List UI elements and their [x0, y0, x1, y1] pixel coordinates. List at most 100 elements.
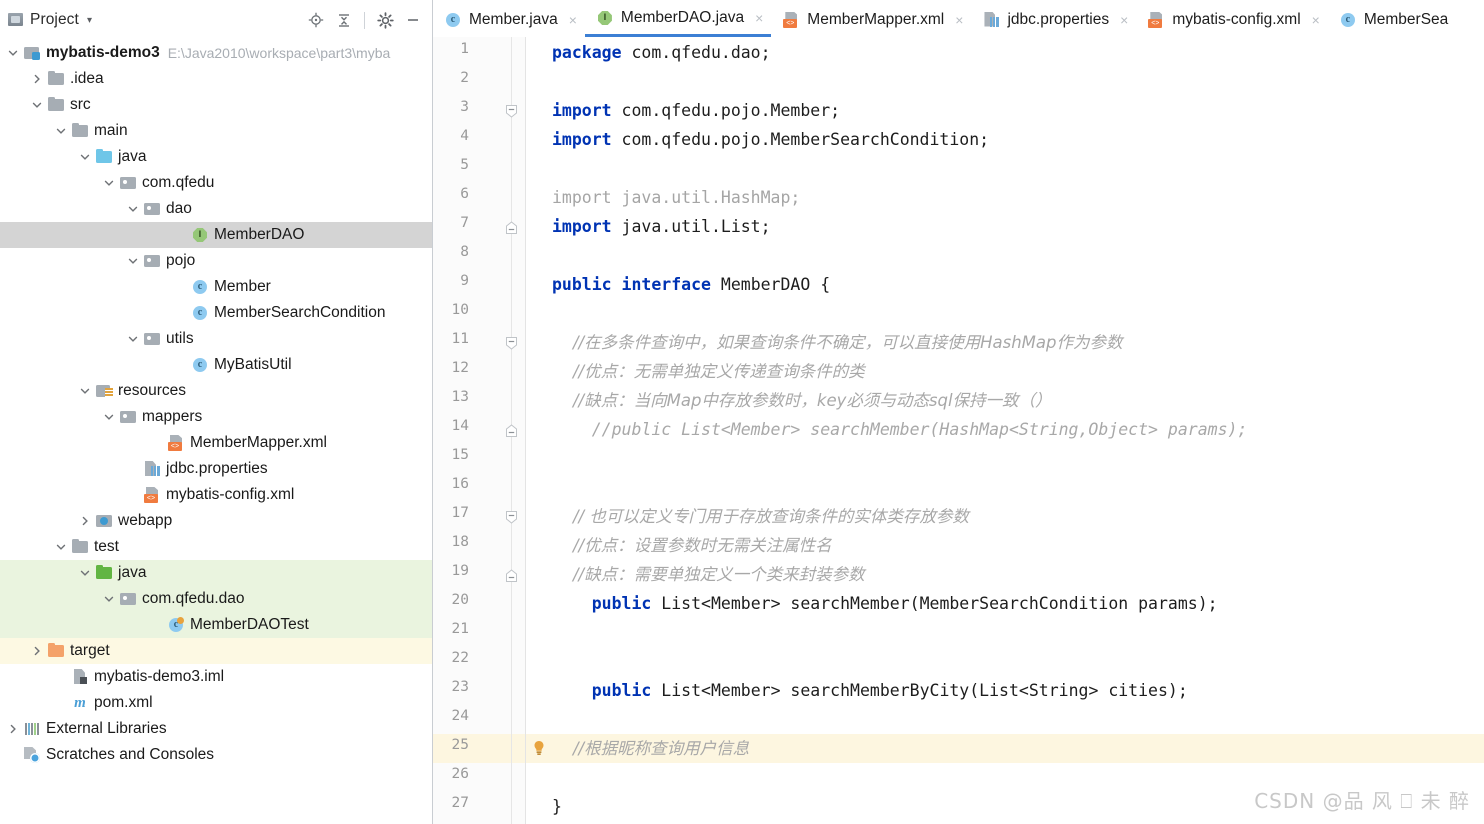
tree-item-main[interactable]: main — [0, 118, 432, 144]
code-line-25[interactable]: //根据昵称查询用户信息 — [526, 734, 1484, 763]
tree-item-membermapper-xml[interactable]: MemberMapper.xml — [0, 430, 432, 456]
code-line-10[interactable] — [526, 299, 1484, 328]
editor-body[interactable]: 1 2 3 4 5 6 7 8 9 10 11 12 13 14 15 16 17 18 19 20 21 22 23 24 2… — [433, 37, 1484, 824]
code-line-14[interactable]: //public List<Member> searchMember(HashM… — [526, 415, 1484, 444]
editor-tab-mybatis-config-xml[interactable]: mybatis-config.xml × — [1136, 2, 1328, 37]
chevron-down-icon[interactable] — [102, 176, 116, 190]
tree-item-target[interactable]: target — [0, 638, 432, 664]
tree-item-membersearchcondition[interactable]: MemberSearchCondition — [0, 300, 432, 326]
chevron-down-icon[interactable] — [102, 410, 116, 424]
chevron-down-icon[interactable] — [54, 124, 68, 138]
code-fold-toggle[interactable] — [505, 511, 518, 524]
code-line-5[interactable] — [526, 154, 1484, 183]
chevron-right-icon[interactable] — [30, 72, 44, 86]
editor-tab-membersea[interactable]: MemberSea — [1328, 2, 1456, 37]
tree-item-webapp[interactable]: webapp — [0, 508, 432, 534]
tree-item-com-qfedu-dao[interactable]: com.qfedu.dao — [0, 586, 432, 612]
tree-item-scratches-and-consoles[interactable]: Scratches and Consoles — [0, 742, 432, 768]
chevron-down-icon[interactable] — [54, 540, 68, 554]
tree-item-dao[interactable]: dao — [0, 196, 432, 222]
close-icon[interactable]: × — [955, 12, 963, 28]
code-fold-toggle[interactable] — [505, 569, 518, 582]
code-line-21[interactable] — [526, 618, 1484, 647]
tree-item-java[interactable]: java — [0, 144, 432, 170]
code-fold-toggle[interactable] — [505, 105, 518, 118]
tree-item-external-libraries[interactable]: External Libraries — [0, 716, 432, 742]
code-line-1[interactable]: package com.qfedu.dao; — [526, 38, 1484, 67]
tree-item-utils[interactable]: utils — [0, 326, 432, 352]
tree-item-jdbc-properties[interactable]: jdbc.properties — [0, 456, 432, 482]
close-icon[interactable]: × — [1120, 12, 1128, 28]
code-line-2[interactable] — [526, 67, 1484, 96]
code-fold-toggle[interactable] — [505, 337, 518, 350]
editor-tab-bar[interactable]: Member.java×MemberDAO.java×MemberMapper.… — [433, 0, 1484, 37]
tree-item-pojo[interactable]: pojo — [0, 248, 432, 274]
chevron-down-icon[interactable] — [6, 46, 20, 60]
editor-tab-jdbc-properties[interactable]: jdbc.properties × — [971, 2, 1136, 37]
code-line-16[interactable] — [526, 473, 1484, 502]
close-icon[interactable]: × — [569, 12, 577, 28]
tree-item-mybatisutil[interactable]: MyBatisUtil — [0, 352, 432, 378]
tree-item-idea[interactable]: .idea — [0, 66, 432, 92]
chevron-down-icon[interactable] — [126, 254, 140, 268]
chevron-down-icon[interactable] — [30, 98, 44, 112]
code-line-27[interactable]: } — [526, 792, 1484, 821]
chevron-down-icon[interactable] — [126, 332, 140, 346]
code-line-23[interactable]: public List<Member> searchMemberByCity(L… — [526, 676, 1484, 705]
code-line-24[interactable] — [526, 705, 1484, 734]
code-line-22[interactable] — [526, 647, 1484, 676]
chevron-down-icon[interactable] — [78, 566, 92, 580]
locate-icon[interactable] — [303, 7, 329, 33]
tree-item-pom-xml[interactable]: pom.xml — [0, 690, 432, 716]
collapse-all-icon[interactable] — [331, 7, 357, 33]
tree-item-java[interactable]: java — [0, 560, 432, 586]
minimize-icon[interactable] — [400, 7, 426, 33]
code-line-7[interactable]: import java.util.List; — [526, 212, 1484, 241]
chevron-right-icon[interactable] — [78, 514, 92, 528]
tree-item-memberdao[interactable]: MemberDAO — [0, 222, 432, 248]
chevron-down-icon[interactable] — [102, 592, 116, 606]
tree-item-mybatis-demo3-iml[interactable]: mybatis-demo3.iml — [0, 664, 432, 690]
project-tree[interactable]: mybatis-demo3 E:\Java2010\workspace\part3… — [0, 40, 432, 824]
code-line-13[interactable]: //缺点：当向Map中存放参数时，key必须与动态sql保持一致（） — [526, 386, 1484, 415]
code-line-8[interactable] — [526, 241, 1484, 270]
close-icon[interactable]: × — [1312, 12, 1320, 28]
code-line-19[interactable]: //缺点：需要单独定义一个类来封装参数 — [526, 560, 1484, 589]
code-line-3[interactable]: import com.qfedu.pojo.Member; — [526, 96, 1484, 125]
code-line-15[interactable] — [526, 444, 1484, 473]
code-fold-toggle[interactable] — [505, 221, 518, 234]
chevron-down-icon[interactable] — [78, 150, 92, 164]
tree-item-resources[interactable]: resources — [0, 378, 432, 404]
chevron-down-icon[interactable]: ▾ — [87, 15, 92, 26]
settings-gear-icon[interactable] — [372, 7, 398, 33]
tree-item-memberdaotest[interactable]: MemberDAOTest — [0, 612, 432, 638]
code-line-12[interactable]: //优点：无需单独定义传递查询条件的类 — [526, 357, 1484, 386]
chevron-down-icon[interactable] — [126, 202, 140, 216]
code-line-18[interactable]: //优点：设置参数时无需关注属性名 — [526, 531, 1484, 560]
code-line-6[interactable]: import java.util.HashMap; — [526, 183, 1484, 212]
code-fold-toggle[interactable] — [505, 424, 518, 437]
tree-item-mappers[interactable]: mappers — [0, 404, 432, 430]
close-icon[interactable]: × — [755, 10, 763, 26]
code-line-20[interactable]: public List<Member> searchMember(MemberS… — [526, 589, 1484, 618]
editor-tab-member-java[interactable]: Member.java × — [433, 2, 585, 37]
editor-gutter[interactable]: 1 2 3 4 5 6 7 8 9 10 11 12 13 14 15 16 17 18 19 20 21 22 23 24 2… — [433, 37, 526, 824]
code-line-4[interactable]: import com.qfedu.pojo.MemberSearchCondit… — [526, 125, 1484, 154]
code-line-11[interactable]: //在多条件查询中，如果查询条件不确定，可以直接使用HashMap作为参数 — [526, 328, 1484, 357]
code-line-17[interactable]: // 也可以定义专门用于存放查询条件的实体类存放参数 — [526, 502, 1484, 531]
editor-tab-membermapper-xml[interactable]: MemberMapper.xml × — [771, 2, 971, 37]
chevron-right-icon[interactable] — [30, 644, 44, 658]
chevron-right-icon[interactable] — [6, 722, 20, 736]
tree-item-test[interactable]: test — [0, 534, 432, 560]
editor-tab-memberdao-java[interactable]: MemberDAO.java × — [584, 2, 772, 37]
tree-item-mybatis-config-xml[interactable]: mybatis-config.xml — [0, 482, 432, 508]
tree-item-src[interactable]: src — [0, 92, 432, 118]
code-line-26[interactable] — [526, 763, 1484, 792]
tree-item-com-qfedu[interactable]: com.qfedu — [0, 170, 432, 196]
chevron-down-icon[interactable] — [78, 384, 92, 398]
code-line-9[interactable]: public interface MemberDAO { — [526, 270, 1484, 299]
intention-bulb-icon[interactable] — [532, 740, 546, 756]
tree-item-member[interactable]: Member — [0, 274, 432, 300]
code-content[interactable]: package com.qfedu.dao; import com.qfedu.p… — [526, 37, 1484, 824]
tree-item-mybatis-demo3[interactable]: mybatis-demo3 E:\Java2010\workspace\part3… — [0, 40, 432, 66]
